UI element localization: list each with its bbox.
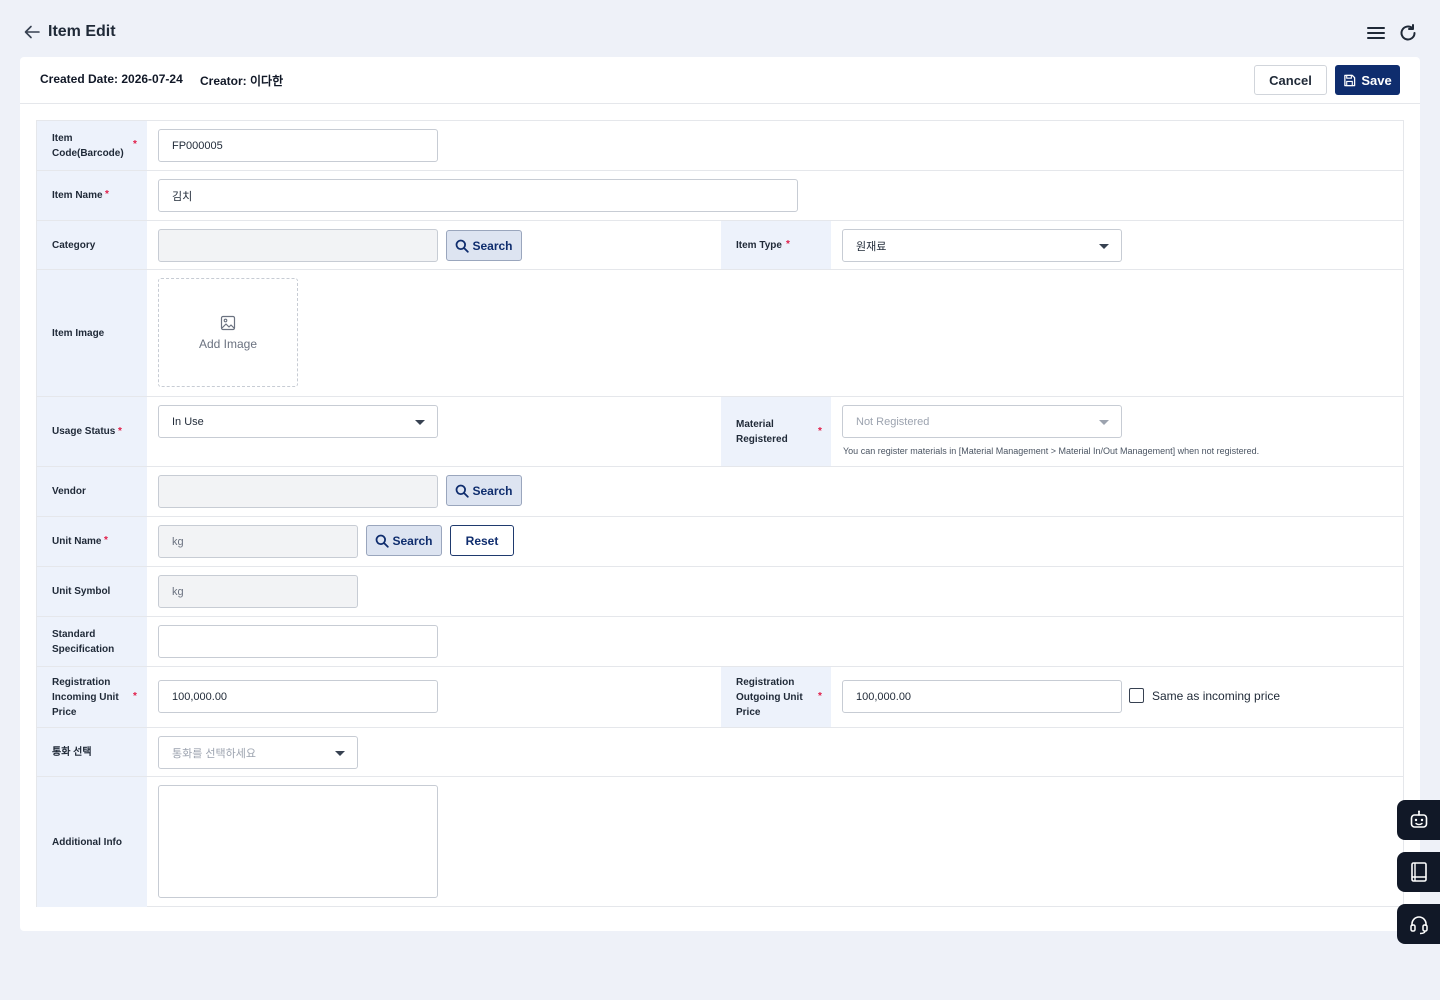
created-date: Created Date: 2026-07-24 [40,72,183,86]
unit-name-label: Unit Name * [37,517,147,566]
additional-info-textarea[interactable] [158,785,438,898]
unit-name-search-button[interactable]: Search [366,525,442,556]
robot-icon [1410,810,1427,828]
save-label: Save [1361,72,1392,88]
usage-status-label: Usage Status * [37,397,147,466]
required-marker: * [133,691,137,702]
required-marker: * [118,426,122,437]
required-marker: * [786,239,790,250]
row-item-name: Item Name * 김치 [37,171,1403,221]
category-input[interactable] [158,229,438,262]
currency-label: 통화 선택 [37,728,147,776]
same-as-incoming-label: Same as incoming price [1152,688,1281,703]
standard-spec-input[interactable] [158,625,438,658]
save-icon [1344,74,1356,86]
top-bar: Item Edit [0,0,1440,57]
item-form: Item Code(Barcode) * FP000005 Item Name … [36,120,1404,907]
standard-spec-label: Standard Specification [37,617,147,666]
chevron-down-icon [1099,420,1109,425]
item-type-select[interactable]: 원재료 [842,229,1122,262]
search-icon [456,484,470,498]
unit-name-input[interactable]: kg [158,525,358,558]
vendor-search-button[interactable]: Search [446,475,522,506]
required-marker: * [133,139,137,150]
item-code-input[interactable]: FP000005 [158,129,438,162]
row-item-image: Item Image Add Image [37,270,1403,397]
add-image-label: Add Image [198,336,258,351]
item-name-input[interactable]: 김치 [158,179,798,212]
chevron-down-icon [1099,244,1109,249]
item-type-label: Item Type * [721,221,831,269]
row-usage-status: Usage Status * In Use Material Registere… [37,397,1403,467]
unit-name-reset-button[interactable]: Reset [450,525,514,556]
same-as-incoming-toggle[interactable]: Same as incoming price [1129,688,1280,703]
item-image-label: Item Image [37,270,147,396]
row-vendor: Vendor Search [37,467,1403,517]
image-icon [220,315,236,330]
incoming-price-input[interactable]: 100,000.00 [158,680,438,713]
row-category: Category Search Item Type * 원재료 [37,221,1403,270]
card-header: Created Date: 2026-07-24 Creator: 이다한 Ca… [20,57,1420,104]
row-standard-spec: Standard Specification [37,617,1403,667]
headset-icon [1409,916,1428,935]
search-icon [376,534,390,548]
chatbot-button[interactable] [1397,800,1440,840]
vendor-label: Vendor [37,467,147,516]
row-item-code: Item Code(Barcode) * FP000005 [37,121,1403,171]
outgoing-price-input[interactable]: 100,000.00 [842,680,1122,713]
page-title: Item Edit [48,23,116,40]
row-unit-symbol: Unit Symbol kg [37,567,1403,617]
row-currency: 통화 선택 통화를 선택하세요 [37,728,1403,777]
currency-select[interactable]: 통화를 선택하세요 [158,736,358,769]
row-additional-info: Additional Info [37,777,1403,907]
unit-symbol-label: Unit Symbol [37,567,147,616]
required-marker: * [818,426,822,437]
required-marker: * [104,535,108,546]
item-name-label: Item Name * [37,171,147,220]
save-button[interactable]: Save [1335,65,1400,95]
creator: Creator: 이다한 [200,74,284,88]
support-button[interactable] [1397,904,1440,944]
add-image-dropzone[interactable]: Add Image [158,278,298,387]
category-label: Category [37,221,147,269]
unit-symbol-input[interactable]: kg [158,575,358,608]
outgoing-price-label: Registration Outgoing Unit Price * [721,667,831,727]
refresh-icon[interactable] [1397,22,1419,44]
book-icon [1410,862,1427,882]
item-code-label: Item Code(Barcode) * [37,121,147,170]
usage-status-select[interactable]: In Use [158,405,438,438]
material-registered-select[interactable]: Not Registered [842,405,1122,438]
additional-info-label: Additional Info [37,777,147,907]
required-marker: * [105,189,109,200]
vendor-input[interactable] [158,475,438,508]
same-as-incoming-checkbox[interactable] [1129,688,1144,703]
back-arrow-icon[interactable] [22,22,42,42]
chevron-down-icon [335,751,345,756]
row-unit-price: Registration Incoming Unit Price * 100,0… [37,667,1403,728]
manual-button[interactable] [1397,852,1440,892]
incoming-price-label: Registration Incoming Unit Price * [37,667,147,727]
material-registered-label: Material Registered * [721,397,831,466]
material-registered-hint: You can register materials in [Material … [843,446,1260,456]
category-search-button[interactable]: Search [446,230,522,261]
search-icon [456,239,470,253]
row-unit-name: Unit Name * kg Search Reset [37,517,1403,567]
cancel-button[interactable]: Cancel [1254,65,1327,95]
hamburger-menu-icon[interactable] [1365,22,1387,44]
chevron-down-icon [415,420,425,425]
required-marker: * [818,691,822,702]
